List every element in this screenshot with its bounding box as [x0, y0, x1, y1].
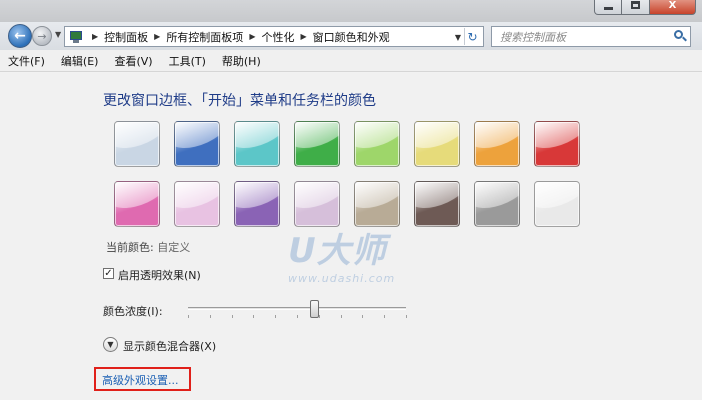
color-swatch[interactable] [414, 181, 460, 227]
show-color-mixer[interactable]: 显示颜色混合器(X) [123, 338, 216, 354]
maximize-button[interactable] [622, 0, 650, 15]
title-bar: X [0, 0, 702, 22]
control-panel-icon [69, 30, 83, 44]
color-swatch[interactable] [114, 121, 160, 167]
color-swatch[interactable] [414, 121, 460, 167]
advanced-appearance-link[interactable]: 高级外观设置... [102, 372, 179, 388]
chevron-right-icon[interactable]: ▶ [154, 32, 160, 41]
slider-tick [362, 315, 364, 318]
breadcrumb-control-panel[interactable]: 控制面板 [104, 29, 148, 45]
menu-bar: 文件(F) 编辑(E) 查看(V) 工具(T) 帮助(H) [0, 50, 702, 72]
current-color-value: 自定义 [157, 241, 191, 254]
current-color-label: 当前颜色: [106, 241, 154, 254]
expand-chevron-icon[interactable]: ▼ [103, 337, 118, 352]
caption-buttons: X [594, 0, 696, 15]
breadcrumb-personalization[interactable]: 个性化 [261, 29, 294, 45]
color-swatch[interactable] [174, 181, 220, 227]
address-dropdown-icon[interactable]: ▼ [455, 33, 461, 42]
forward-button[interactable]: → [32, 26, 52, 46]
menu-view[interactable]: 查看(V) [114, 53, 152, 69]
slider-tick [231, 315, 233, 318]
close-button[interactable]: X [650, 0, 696, 15]
color-swatch[interactable] [534, 121, 580, 167]
control-panel-window: X ← → ▼ ▶ 控制面板 ▶ 所有控制面板项 ▶ 个性化 ▶ 窗口颜色和外观… [0, 0, 702, 400]
breadcrumb-window-color[interactable]: 窗口颜色和外观 [313, 29, 390, 45]
transparency-checkbox[interactable]: ✓ [103, 268, 114, 279]
back-arrow-icon: ← [14, 28, 26, 44]
close-icon: X [668, 0, 677, 11]
color-intensity-label: 颜色浓度(I): [103, 305, 163, 318]
chevron-right-icon[interactable]: ▶ [249, 32, 255, 41]
breadcrumb-all-items[interactable]: 所有控制面板项 [166, 29, 243, 45]
slider-tick [384, 315, 386, 318]
color-swatch[interactable] [474, 121, 520, 167]
back-button[interactable]: ← [8, 24, 32, 48]
navigation-bar: ← → ▼ ▶ 控制面板 ▶ 所有控制面板项 ▶ 个性化 ▶ 窗口颜色和外观 ▼… [0, 22, 702, 50]
menu-file[interactable]: 文件(F) [8, 53, 45, 69]
minimize-button[interactable] [594, 0, 622, 15]
color-swatch[interactable] [294, 181, 340, 227]
color-swatch[interactable] [234, 121, 280, 167]
slider-tick [253, 315, 255, 318]
minimize-icon [603, 6, 613, 10]
main-content: 更改窗口边框、「开始」菜单和任务栏的颜色 当前颜色: 自定义 ✓ 启用透明效果(… [0, 73, 702, 400]
slider-tick [297, 315, 298, 318]
slider-tick [188, 315, 189, 318]
watermark-logo: U大师 www.udashi.com [288, 231, 396, 285]
color-swatch[interactable] [294, 121, 340, 167]
current-color: 当前颜色: 自定义 [106, 239, 190, 255]
search-icon[interactable] [673, 29, 687, 43]
color-swatch[interactable] [354, 121, 400, 167]
menu-tools[interactable]: 工具(T) [169, 53, 206, 69]
color-intensity-slider[interactable] [188, 307, 406, 310]
refresh-button[interactable]: ↻ [464, 28, 480, 45]
menu-help[interactable]: 帮助(H) [222, 53, 261, 69]
page-title: 更改窗口边框、「开始」菜单和任务栏的颜色 [103, 93, 376, 109]
address-bar[interactable]: ▶ 控制面板 ▶ 所有控制面板项 ▶ 个性化 ▶ 窗口颜色和外观 ▼ ↻ [64, 26, 484, 47]
recent-pages-dropdown[interactable]: ▼ [55, 30, 61, 39]
color-swatch[interactable] [174, 121, 220, 167]
checkmark-icon: ✓ [104, 268, 113, 279]
search-input[interactable]: 搜索控制面板 [491, 26, 691, 47]
slider-thumb[interactable] [310, 300, 320, 318]
refresh-icon: ↻ [467, 29, 478, 44]
chevron-right-icon[interactable]: ▶ [92, 32, 98, 41]
chevron-right-icon[interactable]: ▶ [300, 32, 306, 41]
color-swatch[interactable] [534, 181, 580, 227]
slider-tick [209, 315, 211, 318]
search-placeholder: 搜索控制面板 [500, 30, 566, 44]
color-swatch[interactable] [474, 181, 520, 227]
slider-tick [275, 315, 277, 318]
menu-edit[interactable]: 编辑(E) [61, 53, 99, 69]
slider-tick [340, 315, 342, 318]
transparency-label[interactable]: 启用透明效果(N) [118, 267, 201, 283]
maximize-icon [631, 1, 640, 9]
color-swatch[interactable] [354, 181, 400, 227]
slider-tick [406, 315, 407, 318]
color-swatch[interactable] [234, 181, 280, 227]
color-swatch[interactable] [114, 181, 160, 227]
forward-arrow-icon: → [37, 29, 47, 43]
